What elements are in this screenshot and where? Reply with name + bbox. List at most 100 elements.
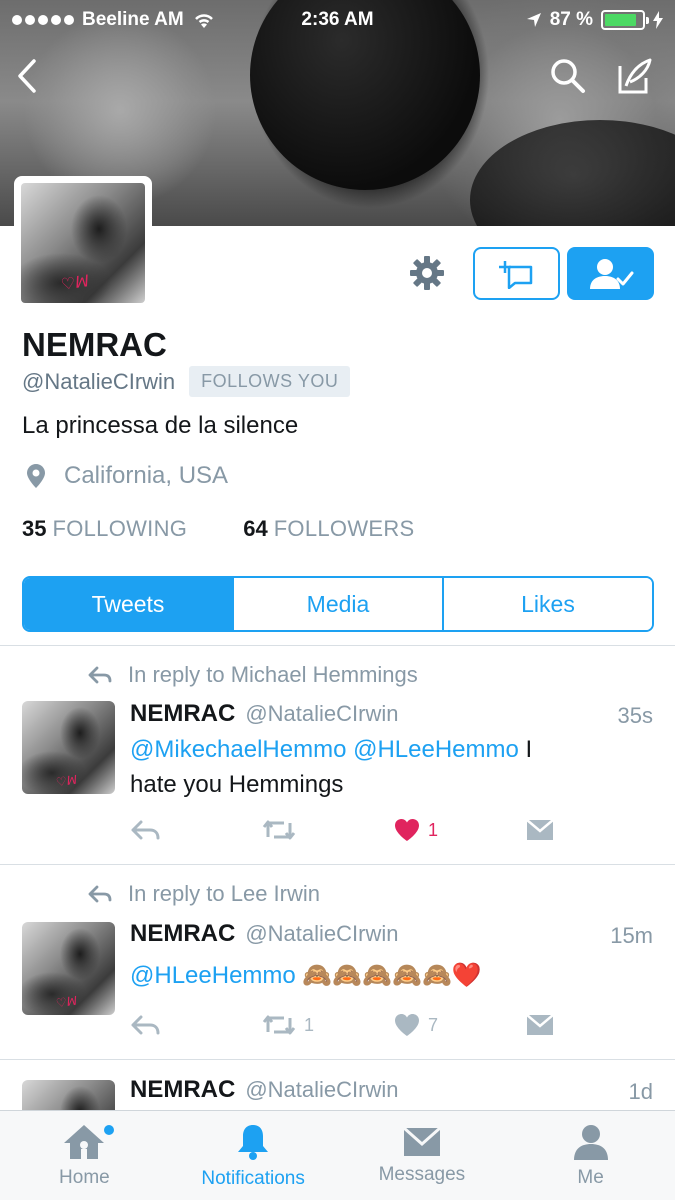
like-button[interactable]: 7 (394, 1013, 526, 1037)
tweet-time: 15m (610, 923, 653, 948)
followers-stat[interactable]: 64 FOLLOWERS (243, 516, 414, 542)
battery-icon (601, 10, 649, 30)
reply-button[interactable] (130, 1014, 262, 1036)
tab-media[interactable]: Media (234, 578, 444, 630)
mention-link[interactable]: @MikechaelHemmo (130, 736, 346, 763)
new-content-dot (104, 1125, 114, 1135)
retweet-button[interactable] (262, 819, 394, 841)
reply-button[interactable] (130, 819, 262, 841)
tweet-author-name: NEMRAC (130, 1076, 236, 1103)
charging-bolt-icon (653, 11, 663, 29)
tweet-header: NEMRAC @NatalieCIrwin (130, 1076, 398, 1104)
gear-icon (410, 256, 444, 290)
compose-icon (618, 58, 652, 94)
tab-tweets[interactable]: Tweets (24, 578, 234, 630)
avatar-scribble: ♡ꟽ (55, 993, 78, 1011)
direct-message-button[interactable] (526, 1014, 658, 1036)
tweet[interactable]: In reply to Lee Irwin ♡ꟽ NEMRAC @Natalie… (0, 865, 675, 1059)
avatar[interactable]: ♡ꟽ (22, 701, 115, 794)
tweet-header: NEMRAC @NatalieCIrwin (130, 920, 398, 948)
tweet-time: 35s (617, 703, 653, 728)
retweet-button[interactable]: 1 (262, 1014, 394, 1036)
reply-icon (131, 820, 160, 840)
reply-context-text: In reply to Lee Irwin (128, 881, 320, 906)
carrier-label: Beeline AM (82, 9, 184, 30)
profile-avatar[interactable]: ♡ꟽ (14, 176, 152, 310)
tweet-text-part: I (518, 736, 533, 763)
handle-row: @NatalieCIrwin FOLLOWS YOU (22, 366, 351, 397)
tab-messages[interactable]: Messages (338, 1111, 507, 1200)
tab-likes[interactable]: Likes (444, 578, 652, 630)
tab-home[interactable]: Home (0, 1111, 169, 1200)
following-button[interactable] (567, 247, 654, 300)
reply-arrow-icon (88, 885, 112, 903)
avatar-scribble: ♡ꟽ (55, 772, 78, 790)
avatar[interactable] (22, 1080, 115, 1110)
profile-bio: La princessa de la silence (22, 412, 299, 439)
tab-me[interactable]: Me (506, 1111, 675, 1200)
signal-icon (12, 15, 74, 25)
profile-tabs: Tweets Media Likes (22, 576, 654, 632)
reply-icon (131, 1015, 160, 1035)
tweet-author-name: NEMRAC (130, 920, 236, 947)
follows-you-badge: FOLLOWS YOU (189, 366, 351, 397)
tweet-author-handle: @NatalieCIrwin (245, 1077, 399, 1102)
retweet-icon (262, 820, 296, 840)
settings-button[interactable] (406, 252, 448, 294)
person-icon (573, 1124, 608, 1160)
direct-message-button[interactable] (473, 247, 560, 300)
like-count: 7 (428, 1014, 439, 1035)
back-button[interactable] (2, 52, 50, 100)
message-plus-icon (498, 260, 532, 289)
tweet-actions: 1 (130, 818, 658, 842)
wifi-icon (194, 14, 213, 28)
avatar[interactable]: ♡ꟽ (22, 922, 115, 1015)
profile-location: California, USA (64, 462, 229, 489)
location-arrow-icon (526, 13, 541, 27)
like-button[interactable]: 1 (394, 818, 526, 842)
tweet-author-handle: @NatalieCIrwin (245, 701, 399, 726)
person-check-icon (589, 258, 633, 289)
following-stat[interactable]: 35 FOLLOWING (22, 516, 187, 542)
tab-notifications[interactable]: Notifications (169, 1111, 338, 1200)
tweet-author-name: NEMRAC (130, 700, 236, 727)
search-button[interactable] (544, 52, 592, 100)
tweet-actions: 1 7 (130, 1013, 658, 1037)
location-pin-icon (27, 464, 45, 488)
heart-icon (395, 1014, 419, 1036)
following-count: 35 (22, 516, 47, 541)
tweet[interactable]: NEMRAC @NatalieCIrwin 1d (0, 1060, 675, 1110)
tweet-text-part: hate you Hemmings (130, 771, 344, 798)
reply-context: In reply to Lee Irwin (88, 881, 320, 907)
tweet-emoji: 🙈🙈🙈🙈🙈❤️ (302, 962, 482, 989)
home-icon (64, 1124, 105, 1159)
tweet-text: @HLeeHemmo 🙈🙈🙈🙈🙈❤️ (130, 958, 600, 993)
avatar-scribble: ♡ꟽ (60, 273, 91, 294)
envelope-icon (526, 819, 554, 840)
like-count: 1 (428, 819, 439, 840)
followers-count: 64 (243, 516, 268, 541)
heart-icon (395, 819, 419, 841)
location-row: California, USA (26, 462, 228, 490)
mention-link[interactable]: @HLeeHemmo (130, 962, 296, 989)
direct-message-button[interactable] (526, 819, 658, 841)
tab-label: Me (577, 1166, 604, 1188)
compose-tweet-button[interactable] (610, 52, 658, 100)
retweet-icon (262, 1015, 296, 1035)
following-label: FOLLOWING (52, 516, 188, 541)
battery-percent: 87 % (549, 9, 593, 30)
tweet[interactable]: In reply to Michael Hemmings ♡ꟽ NEMRAC @… (0, 646, 675, 864)
follow-stats: 35 FOLLOWING 64 FOLLOWERS (22, 516, 415, 542)
tweet-author-handle: @NatalieCIrwin (245, 921, 399, 946)
reply-arrow-icon (88, 666, 112, 684)
search-icon (551, 59, 585, 93)
tweet-time: 1d (628, 1079, 653, 1104)
profile-handle: @NatalieCIrwin (22, 368, 176, 394)
tweet-text: @MikechaelHemmo @HLeeHemmo Ihate you Hem… (130, 732, 600, 802)
reply-context-text: In reply to Michael Hemmings (128, 662, 418, 687)
envelope-icon (402, 1126, 441, 1156)
reply-context: In reply to Michael Hemmings (88, 662, 418, 688)
bottom-tab-bar: Home Notifications Messages Me (0, 1110, 675, 1200)
retweet-count: 1 (304, 1014, 315, 1035)
mention-link[interactable]: @HLeeHemmo (353, 736, 519, 763)
